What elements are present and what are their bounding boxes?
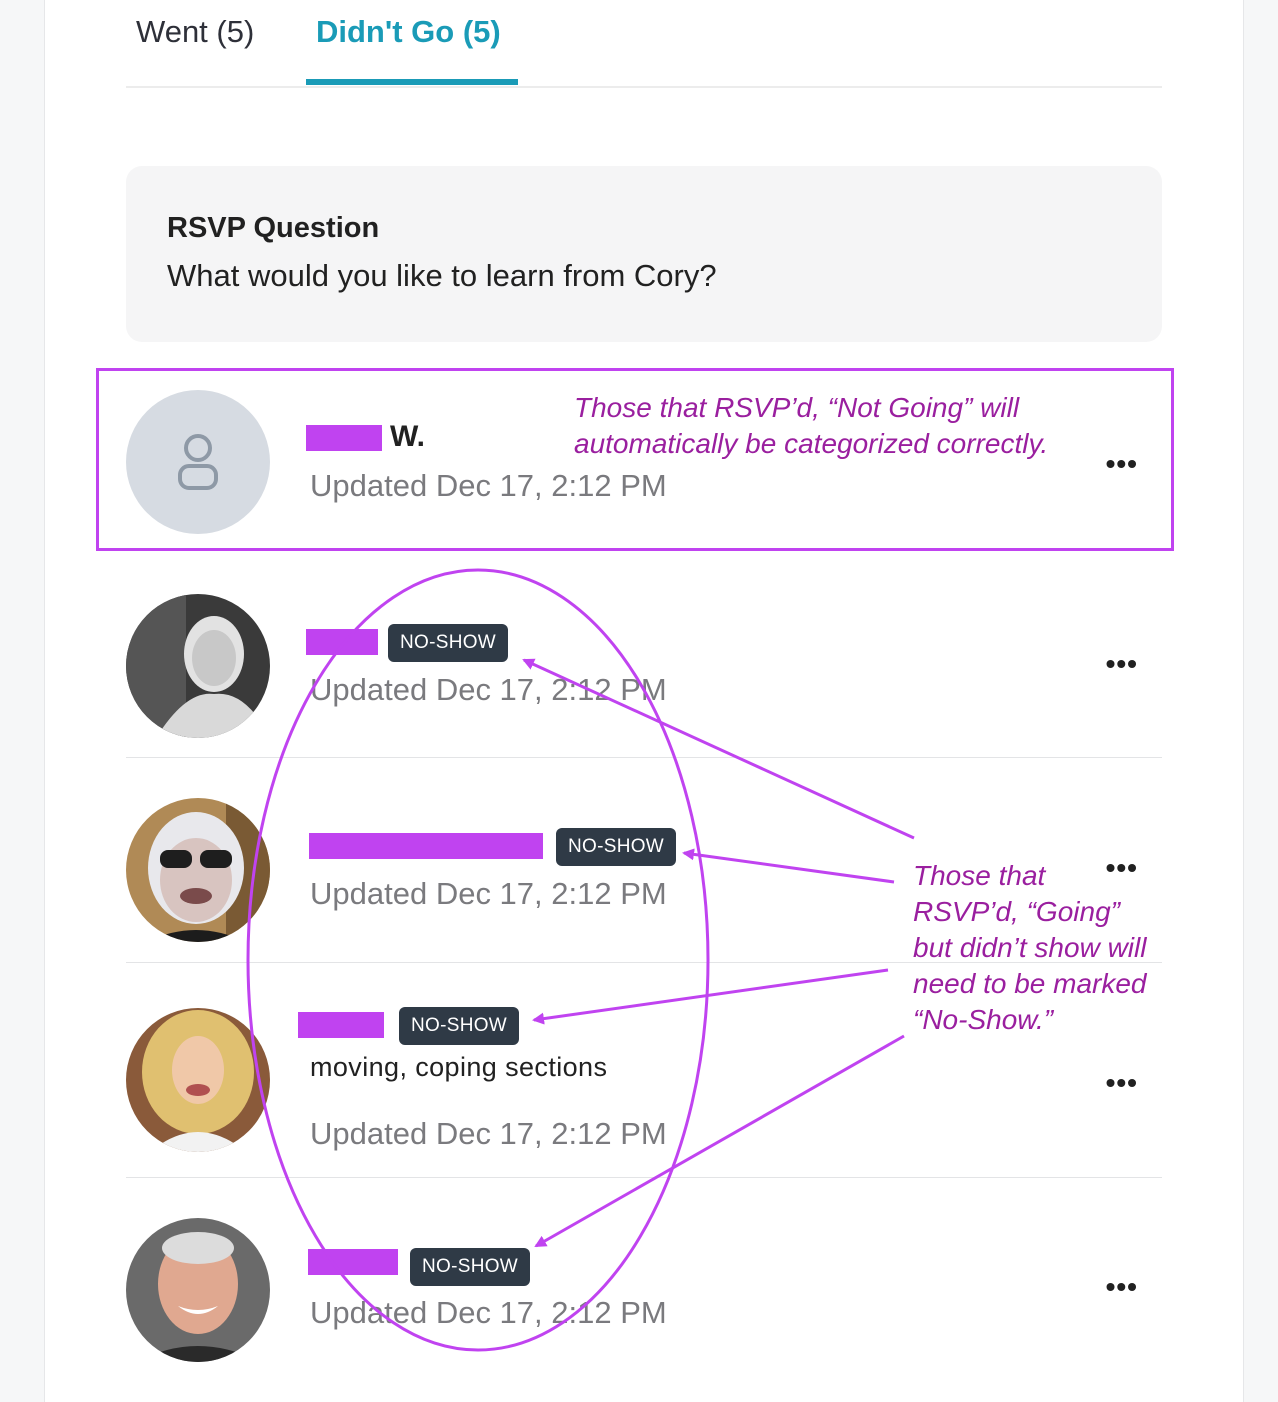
arrow-to-row-5 [534,1034,905,1248]
arrow-to-row-2 [522,658,915,840]
no-show-ellipse [246,568,710,1352]
annotation-overlay [246,568,915,1352]
arrow-to-row-3 [682,848,895,884]
arrow-to-row-4 [532,968,889,1025]
